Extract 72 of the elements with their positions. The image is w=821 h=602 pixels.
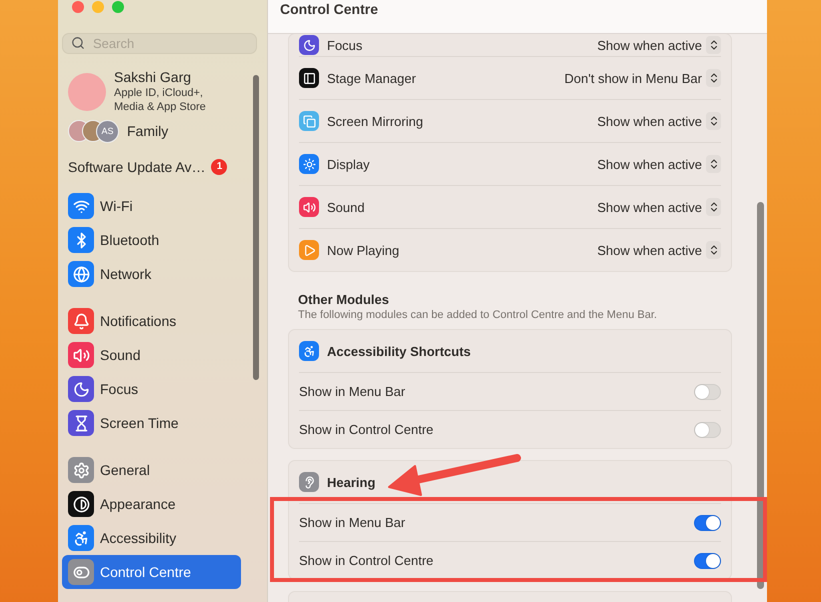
chevron-updown-icon [706, 69, 721, 87]
module-title: Hearing [327, 474, 376, 490]
toggle-icon [68, 559, 94, 585]
sidebar-item[interactable]: Control Centre [62, 555, 241, 589]
hourglass-icon [68, 410, 94, 436]
visibility-popup[interactable]: Show when active [597, 241, 721, 259]
module-title: Accessibility Shortcuts [327, 344, 471, 358]
module-label: Display [327, 156, 370, 172]
scrollbar[interactable] [253, 75, 259, 380]
avatar-icon[interactable] [68, 72, 106, 111]
visibility-popup[interactable]: Show when active [597, 155, 721, 173]
chevron-updown-icon [706, 241, 721, 259]
visibility-popup[interactable]: Show when active [597, 112, 721, 130]
accessibility-icon [299, 341, 319, 361]
chevron-updown-icon [706, 112, 721, 130]
zoom-button[interactable] [112, 1, 124, 13]
sidebar-item[interactable]: Wi-Fi [62, 189, 241, 223]
globe-icon [68, 261, 94, 287]
sidebar-item[interactable]: Network [62, 257, 241, 291]
chevron-updown-icon [706, 155, 721, 173]
sidebar-item[interactable]: Focus [62, 372, 241, 406]
notification-badge: 1 [211, 158, 228, 175]
module-label: Screen Mirroring [327, 114, 424, 128]
bluetooth-icon [68, 227, 94, 253]
contrast-icon [68, 491, 94, 517]
toggle-switch[interactable] [694, 514, 721, 530]
sun-icon [299, 154, 319, 174]
module-label: Focus [327, 38, 362, 52]
avatar-initials: AS [96, 120, 119, 143]
section-subtitle: The following modules can be added to Control Centre and the Menu Bar. [298, 309, 658, 321]
wifi-icon [68, 193, 94, 219]
bell-icon [68, 308, 94, 334]
option-label: Show in Control Centre [299, 553, 434, 568]
page-title: Control Centre [280, 1, 378, 17]
visibility-popup[interactable]: Show when active [597, 198, 721, 216]
sidebar-item[interactable]: Sound [62, 338, 241, 372]
module-label: Sound [327, 200, 365, 214]
option-label: Show in Control Centre [299, 422, 434, 437]
sidebar-item[interactable]: Bluetooth [62, 223, 241, 257]
account-detail: Apple ID, iCloud+, Media & App Store [114, 86, 207, 114]
sidebar-item[interactable]: Screen Time [62, 406, 241, 440]
option-label: Show in Menu Bar [299, 384, 406, 399]
overlapping-windows-icon [299, 111, 319, 131]
section-title: Other Modules [298, 292, 390, 307]
speaker-icon [299, 197, 319, 217]
sidebar-panel-icon [299, 68, 319, 88]
toggle-switch[interactable] [694, 384, 721, 400]
sidebar-item[interactable]: Appearance [62, 487, 241, 521]
option-label: Show in Menu Bar [299, 515, 406, 530]
close-button[interactable] [72, 1, 84, 13]
sidebar-item[interactable]: Accessibility [62, 521, 241, 555]
scrollbar[interactable] [757, 202, 764, 589]
accessibility-icon [68, 525, 94, 551]
toggle-switch[interactable] [694, 552, 721, 568]
ear-icon [299, 472, 319, 492]
minimize-button[interactable] [92, 1, 104, 13]
visibility-popup[interactable]: Don't show in Menu Bar [564, 69, 721, 87]
account-name[interactable]: Sakshi Garg [114, 68, 234, 86]
family-label[interactable]: Family [127, 123, 168, 140]
speaker-icon [68, 342, 94, 368]
chevron-updown-icon [706, 198, 721, 216]
sidebar-item[interactable]: Notifications [62, 304, 241, 338]
visibility-popup[interactable]: Show when active [597, 36, 721, 54]
module-label: Now Playing [327, 242, 400, 258]
play-icon [299, 240, 319, 260]
search-icon [71, 36, 85, 50]
software-update-label[interactable]: Software Update Av… [68, 158, 206, 175]
sidebar-item[interactable]: General [62, 453, 241, 487]
toggle-switch[interactable] [694, 422, 721, 438]
gear-icon [68, 457, 94, 483]
moon-icon [68, 376, 94, 402]
module-label: Stage Manager [327, 70, 416, 86]
